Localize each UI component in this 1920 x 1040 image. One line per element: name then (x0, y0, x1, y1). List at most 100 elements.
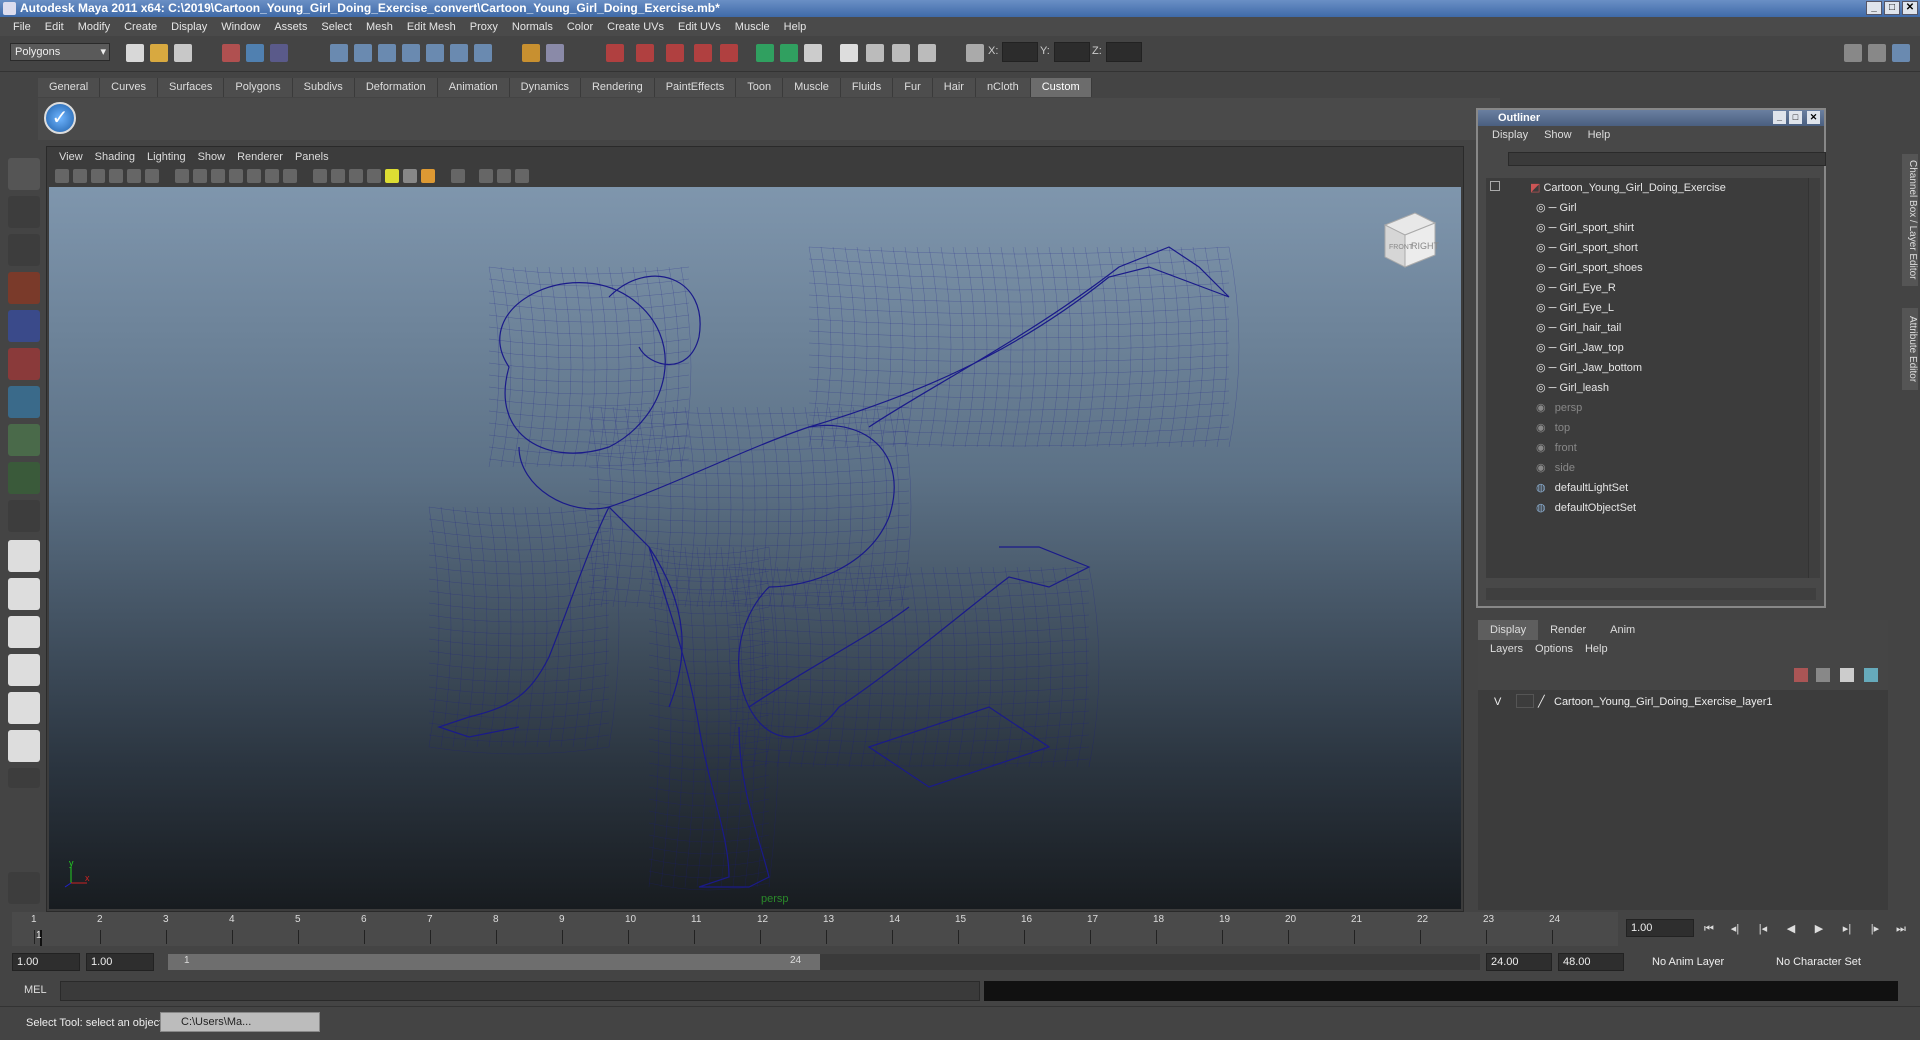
shelf-tab-general[interactable]: General (38, 78, 101, 97)
menu-select[interactable]: Select (314, 21, 359, 33)
safe-title-icon[interactable] (247, 169, 261, 183)
shelf-tab-toon[interactable]: Toon (736, 78, 784, 97)
menu-edit-uvs[interactable]: Edit UVs (671, 21, 728, 33)
step-forward-key-icon[interactable]: ▸| (1840, 922, 1854, 936)
menu-normals[interactable]: Normals (505, 21, 560, 33)
menu-file[interactable]: File (6, 21, 38, 33)
graph-icon[interactable] (866, 44, 884, 62)
outliner-row-camera[interactable]: ◉ top (1536, 418, 1570, 438)
outliner-row-child[interactable]: ◎ ─ Girl_leash (1536, 378, 1609, 398)
layout-icon[interactable] (840, 44, 858, 62)
render-view-icon[interactable] (720, 44, 738, 62)
texture-icon[interactable] (367, 169, 381, 183)
outliner-vscrollbar[interactable] (1808, 178, 1820, 578)
film-gate-icon[interactable] (145, 169, 159, 183)
trax-icon[interactable] (892, 44, 910, 62)
time-slider[interactable]: 1 1 2 3 4 5 6 7 8 9 10 11 12 13 14 15 16 17 18 19 20 21 22 23 2… (12, 912, 1618, 946)
bookmark-icon[interactable] (91, 169, 105, 183)
command-input[interactable] (60, 981, 980, 1001)
layout-expand-icon[interactable] (8, 768, 40, 788)
field-chart-icon[interactable] (211, 169, 225, 183)
menu-create[interactable]: Create (117, 21, 164, 33)
collapse-icon[interactable] (1490, 181, 1500, 191)
last-tool-icon[interactable] (8, 500, 40, 532)
outliner-row-child[interactable]: ◎ ─ Girl (1536, 198, 1577, 218)
new-layer-selected-icon[interactable] (1864, 668, 1878, 682)
outliner-row-child[interactable]: ◎ ─ Girl_hair_tail (1536, 318, 1621, 338)
go-to-end-icon[interactable]: ⏭ (1894, 922, 1908, 936)
x-field[interactable] (1002, 42, 1038, 62)
show-manip-icon[interactable] (8, 462, 40, 494)
select-tool-icon[interactable] (8, 158, 40, 190)
menu-set-dropdown[interactable]: Polygons (10, 43, 110, 61)
maximize-button[interactable]: □ (1884, 1, 1900, 15)
menu-window[interactable]: Window (214, 21, 267, 33)
outliner-layout-icon[interactable] (8, 616, 40, 648)
vp-menu-panels[interactable]: Panels (289, 149, 335, 165)
camera-select-icon[interactable] (55, 169, 69, 183)
range-slider-handle[interactable] (168, 954, 820, 970)
layer-row[interactable]: V ╱ Cartoon_Young_Girl_Doing_Exercise_la… (1482, 694, 1882, 710)
step-back-key-icon[interactable]: |◂ (1756, 922, 1770, 936)
layer-tab-display[interactable]: Display (1478, 620, 1539, 640)
safe-action-icon[interactable] (229, 169, 243, 183)
playback-start-field[interactable]: 1.00 (86, 953, 154, 971)
outliner-maximize-button[interactable]: □ (1789, 111, 1802, 124)
outliner-row-child[interactable]: ◎ ─ Girl_sport_shirt (1536, 218, 1634, 238)
animation-start-field[interactable]: 1.00 (12, 953, 80, 971)
menu-modify[interactable]: Modify (71, 21, 117, 33)
rotate-tool-icon[interactable] (8, 310, 40, 342)
toggle-tool-icon[interactable] (1868, 44, 1886, 62)
layer-tab-anim[interactable]: Anim (1598, 620, 1647, 640)
outliner-menu-help[interactable]: Help (1580, 126, 1619, 144)
text-icon[interactable] (283, 169, 297, 183)
channel-box-tab[interactable]: Channel Box / Layer Editor (1902, 154, 1918, 286)
shelf-tab-deformation[interactable]: Deformation (354, 78, 438, 97)
shelf-tab-hair[interactable]: Hair (932, 78, 976, 97)
lock-icon[interactable] (522, 44, 540, 62)
outliner-hscrollbar[interactable] (1486, 588, 1816, 600)
all-lights-icon[interactable] (403, 169, 417, 183)
layer-tab-render[interactable]: Render (1538, 620, 1598, 640)
move-layer-down-icon[interactable] (1816, 668, 1830, 682)
go-to-start-icon[interactable]: ⏮ (1702, 922, 1716, 936)
show-attr-icon[interactable] (780, 44, 798, 62)
outliner-menu-display[interactable]: Display (1484, 126, 1536, 144)
make-live-icon[interactable] (426, 44, 444, 62)
play-forwards-icon[interactable]: ▶ (1812, 922, 1826, 936)
persp-graph-layout-icon[interactable] (8, 730, 40, 762)
scale-tool-icon[interactable] (8, 348, 40, 380)
menu-assets[interactable]: Assets (267, 21, 314, 33)
outliner-row-set[interactable]: ◍ defaultLightSet (1536, 478, 1628, 498)
shelf-tab-muscle[interactable]: Muscle (783, 78, 841, 97)
outliner-row-root[interactable]: ◩ Cartoon_Young_Girl_Doing_Exercise (1490, 178, 1726, 198)
outliner-minimize-button[interactable]: _ (1773, 111, 1786, 124)
default-light-icon[interactable] (385, 169, 399, 183)
snap-curve-icon[interactable] (354, 44, 372, 62)
menu-proxy[interactable]: Proxy (463, 21, 505, 33)
outliner-filter-field[interactable] (1508, 152, 1826, 166)
step-forward-frame-icon[interactable]: |▸ (1868, 922, 1882, 936)
checkmark-shelf-icon[interactable]: ✓ (44, 102, 76, 134)
snap-plane-icon[interactable] (402, 44, 420, 62)
graph-layout-icon[interactable] (8, 654, 40, 686)
history-icon[interactable] (450, 44, 468, 62)
outliner-row-child[interactable]: ◎ ─ Girl_sport_shoes (1536, 258, 1643, 278)
hypershade-layout-icon[interactable] (8, 692, 40, 724)
shelf-tab-ncloth[interactable]: nCloth (975, 78, 1031, 97)
save-scene-icon[interactable] (174, 44, 192, 62)
outliner-row-camera[interactable]: ◉ front (1536, 438, 1577, 458)
select-object-icon[interactable] (246, 44, 264, 62)
dope-icon[interactable] (918, 44, 936, 62)
shadows-icon[interactable] (421, 169, 435, 183)
character-set-dropdown[interactable]: No Character Set (1772, 953, 1888, 971)
input-ops-icon[interactable] (546, 44, 564, 62)
hud-icon[interactable] (515, 169, 529, 183)
select-hierarchy-icon[interactable] (222, 44, 240, 62)
minimize-button[interactable]: _ (1866, 1, 1882, 15)
menu-color[interactable]: Color (560, 21, 600, 33)
paint-select-icon[interactable] (8, 234, 40, 266)
image-plane-icon[interactable] (109, 169, 123, 183)
y-field[interactable] (1054, 42, 1090, 62)
outliner-row-camera[interactable]: ◉ persp (1536, 398, 1582, 418)
